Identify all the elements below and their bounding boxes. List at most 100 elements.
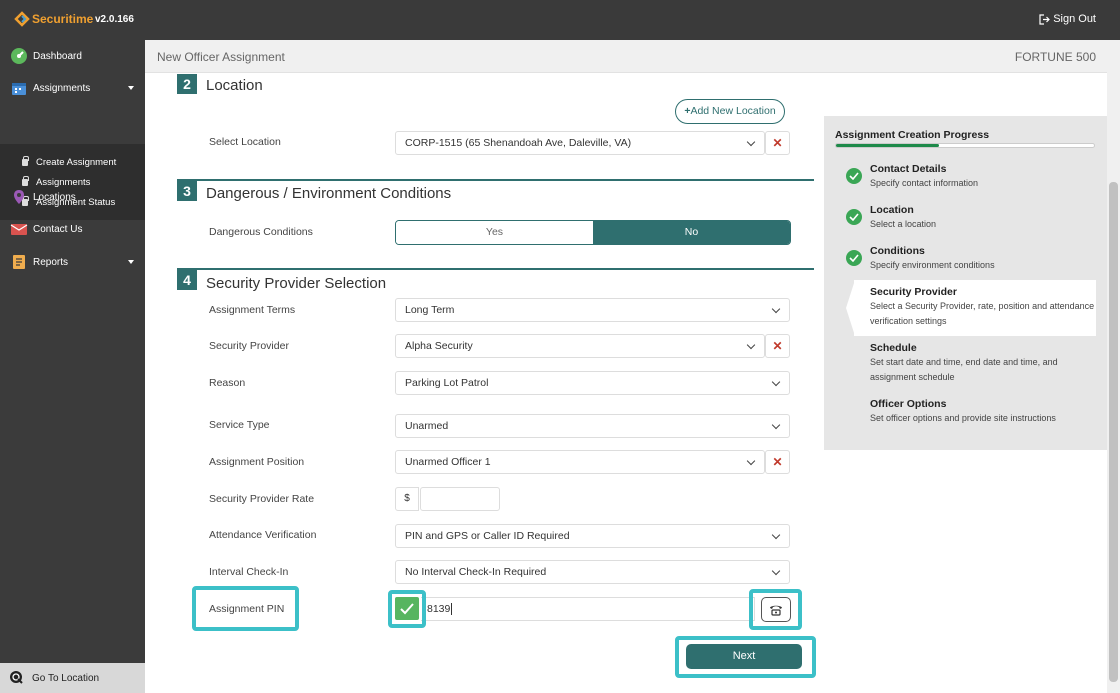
highlight-pin-checkbox <box>388 590 426 628</box>
reports-icon <box>10 253 28 271</box>
chevron-down-icon <box>771 566 781 576</box>
step-description: Specify contact information <box>870 178 979 188</box>
step-description: Set start date and time, end date and ti… <box>870 357 1058 382</box>
step-description: Set officer options and provide site ins… <box>870 413 1056 423</box>
step-title: Location <box>870 204 914 216</box>
interval-checkin-label: Interval Check-In <box>209 566 289 578</box>
highlight-pin-label <box>192 586 299 631</box>
progress-bar-fill <box>836 144 940 147</box>
text-cursor <box>451 603 453 615</box>
select-location-label: Select Location <box>209 136 281 148</box>
creation-progress-panel: Assignment Creation Progress Contact Det… <box>824 116 1107 450</box>
clear-provider-button[interactable]: ✕ <box>765 334 790 358</box>
logo-icon <box>14 11 30 27</box>
assignment-position-label: Assignment Position <box>209 456 305 468</box>
interval-checkin-select[interactable]: No Interval Check-In Required <box>395 560 790 584</box>
submenu-create-assignment[interactable]: Create Assignment <box>22 156 116 168</box>
service-type-label: Service Type <box>209 419 270 431</box>
dashboard-icon <box>10 47 28 65</box>
section-number: 4 <box>177 270 197 290</box>
sign-out-label: Sign Out <box>1053 13 1096 25</box>
service-type-value: Unarmed <box>405 420 449 432</box>
caret-down-icon <box>128 260 134 264</box>
brand-logo[interactable]: Securitime <box>14 11 93 27</box>
section-divider <box>177 179 814 181</box>
check-circle-icon <box>846 250 862 266</box>
sidebar-item-label: Assignments <box>33 82 91 94</box>
section-title-conditions: Dangerous / Environment Conditions <box>206 185 452 202</box>
step-security-provider[interactable]: Security Provider Select a Security Prov… <box>824 280 1107 336</box>
step-title: Security Provider <box>870 286 957 298</box>
step-description: Select a location <box>870 219 937 229</box>
interval-checkin-value: No Interval Check-In Required <box>405 566 547 578</box>
provider-rate-input[interactable] <box>420 487 500 511</box>
sidebar-item-dashboard[interactable]: Dashboard <box>0 42 145 70</box>
chevron-down-icon <box>746 340 756 350</box>
assignment-position-select[interactable]: Unarmed Officer 1 <box>395 450 765 474</box>
security-provider-select[interactable]: Alpha Security <box>395 334 765 358</box>
step-description: Specify environment conditions <box>870 260 995 270</box>
security-provider-label: Security Provider <box>209 340 289 352</box>
section-number: 2 <box>177 74 197 94</box>
sidebar-item-locations[interactable]: Locations <box>0 183 145 211</box>
sign-out-link[interactable]: Sign Out <box>1039 13 1096 25</box>
location-select-value: CORP-1515 (65 Shenandoah Ave, Daleville,… <box>405 137 632 149</box>
check-circle-icon <box>846 209 862 225</box>
lock-icon <box>22 156 29 166</box>
contact-icon <box>10 220 28 238</box>
chevron-down-icon <box>771 420 781 430</box>
clear-position-button[interactable]: ✕ <box>765 450 790 474</box>
assignment-pin-input[interactable]: 8139 <box>421 597 755 621</box>
step-title: Officer Options <box>870 398 947 410</box>
reason-label: Reason <box>209 377 246 389</box>
progress-bar <box>835 143 1095 148</box>
step-title: Schedule <box>870 342 917 354</box>
close-icon: ✕ <box>772 455 783 469</box>
section-divider <box>177 268 814 270</box>
sign-out-icon <box>1039 13 1051 25</box>
highlight-generate-pin <box>749 589 802 630</box>
sidebar-item-reports[interactable]: Reports <box>0 248 145 276</box>
reason-select[interactable]: Parking Lot Patrol <box>395 371 790 395</box>
add-new-location-button[interactable]: +Add New Location <box>675 99 785 124</box>
assignment-position-value: Unarmed Officer 1 <box>405 456 491 468</box>
section-title-location: Location <box>206 77 263 94</box>
scrollbar-thumb[interactable] <box>1109 182 1118 682</box>
attendance-verification-select[interactable]: PIN and GPS or Caller ID Required <box>395 524 790 548</box>
chevron-down-icon <box>746 137 756 147</box>
sidebar-item-contact-us[interactable]: Contact Us <box>0 215 145 243</box>
step-title: Conditions <box>870 245 925 257</box>
attendance-verification-value: PIN and GPS or Caller ID Required <box>405 530 570 542</box>
sidebar-item-label: Reports <box>33 256 69 268</box>
toggle-yes-button[interactable]: Yes <box>396 221 593 244</box>
step-title: Contact Details <box>870 163 947 175</box>
security-provider-value: Alpha Security <box>405 340 473 352</box>
reason-value: Parking Lot Patrol <box>405 377 489 389</box>
location-select[interactable]: CORP-1515 (65 Shenandoah Ave, Daleville,… <box>395 131 765 155</box>
go-to-location-button[interactable]: Go To Location <box>0 663 145 693</box>
sidebar-item-label: Contact Us <box>33 223 83 235</box>
pin-value: 8139 <box>427 603 451 615</box>
page-scrollbar[interactable] <box>1107 40 1120 693</box>
close-icon: ✕ <box>772 339 783 353</box>
assignment-terms-select[interactable]: Long Term <box>395 298 790 322</box>
step-description: Select a Security Provider, rate, positi… <box>870 301 1095 326</box>
clear-location-button[interactable]: ✕ <box>765 131 790 155</box>
page-header: New Officer Assignment FORTUNE 500 <box>145 40 1107 73</box>
calendar-icon <box>10 79 28 97</box>
caret-down-icon <box>128 86 134 90</box>
brand-name: Securitime <box>32 12 94 26</box>
dangerous-conditions-label: Dangerous Conditions <box>209 226 313 238</box>
provider-rate-label: Security Provider Rate <box>209 493 315 505</box>
page-title: New Officer Assignment <box>157 50 285 64</box>
service-type-select[interactable]: Unarmed <box>395 414 790 438</box>
go-to-location-label: Go To Location <box>32 672 100 684</box>
toggle-no-button[interactable]: No <box>593 221 790 244</box>
assignment-terms-value: Long Term <box>405 304 455 316</box>
client-name: FORTUNE 500 <box>1014 50 1096 64</box>
section-number: 3 <box>177 181 197 201</box>
dangerous-conditions-toggle: Yes No <box>395 220 791 245</box>
sidebar-item-assignments[interactable]: Assignments <box>0 74 145 102</box>
section-title-provider: Security Provider Selection <box>206 275 387 292</box>
chevron-down-icon <box>771 530 781 540</box>
